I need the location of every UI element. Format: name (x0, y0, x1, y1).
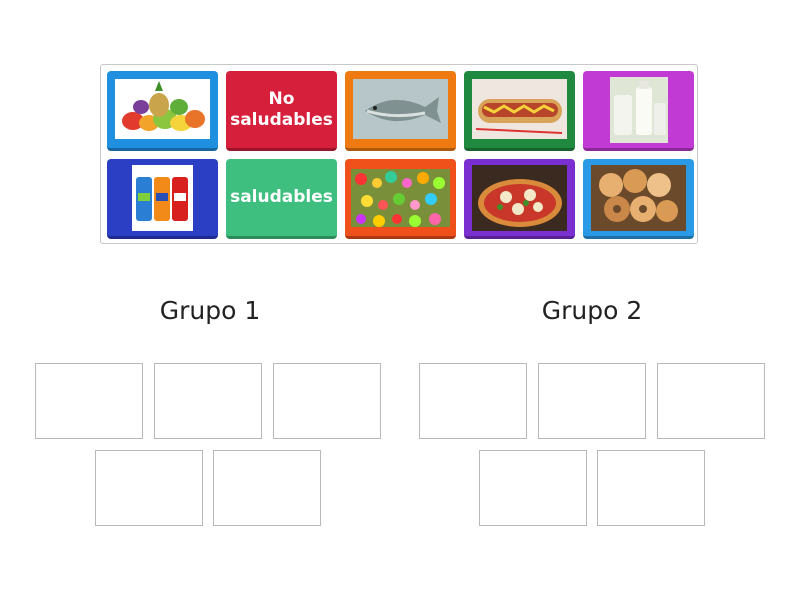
tile-label: No saludables (230, 88, 333, 130)
tile-fish[interactable] (345, 71, 456, 151)
tile-label: saludables (230, 187, 333, 207)
tile-soda[interactable] (107, 159, 218, 239)
group-1-slot[interactable] (35, 363, 143, 439)
fruits-image (115, 79, 210, 139)
candy-image (351, 169, 450, 227)
group-2-slot[interactable] (479, 450, 587, 526)
tile-hotdog[interactable] (464, 71, 575, 151)
group-2-slot[interactable] (657, 363, 765, 439)
pizza-image (472, 165, 567, 231)
hotdog-image (472, 79, 567, 139)
tile-milk[interactable] (583, 71, 694, 151)
pastries-image (591, 165, 686, 231)
tile-candy[interactable] (345, 159, 456, 239)
group-1-slot[interactable] (154, 363, 262, 439)
group-2-slot[interactable] (419, 363, 527, 439)
items-tray: No saludables saludables (100, 64, 698, 244)
group-1-slot[interactable] (95, 450, 203, 526)
group-1-title: Grupo 1 (159, 296, 261, 325)
group-2-slot[interactable] (538, 363, 646, 439)
tile-pastries[interactable] (583, 159, 694, 239)
fish-image (353, 79, 448, 139)
group-1-slot[interactable] (213, 450, 321, 526)
group-1-slot[interactable] (273, 363, 381, 439)
group-2-title: Grupo 2 (541, 296, 643, 325)
tile-pizza[interactable] (464, 159, 575, 239)
tile-fruits[interactable] (107, 71, 218, 151)
soda-cans-image (132, 165, 193, 231)
tile-saludables[interactable]: saludables (226, 159, 337, 239)
tile-no-saludables[interactable]: No saludables (226, 71, 337, 151)
milk-image (610, 77, 668, 143)
group-2-slot[interactable] (597, 450, 705, 526)
